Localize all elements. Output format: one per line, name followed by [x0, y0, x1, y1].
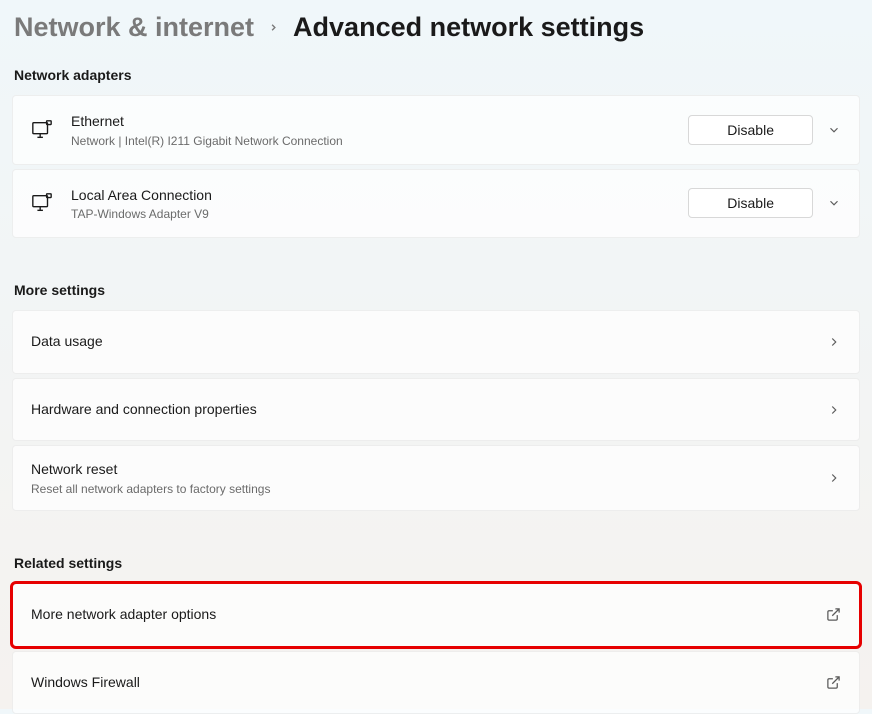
- item-label: More network adapter options: [31, 605, 826, 625]
- chevron-down-icon[interactable]: [827, 123, 841, 137]
- external-link-icon: [826, 675, 841, 690]
- adapter-name: Ethernet: [71, 112, 688, 132]
- adapter-card-lan[interactable]: Local Area Connection TAP-Windows Adapte…: [12, 169, 860, 239]
- chevron-right-icon: [827, 403, 841, 417]
- breadcrumb: Network & internet Advanced network sett…: [12, 12, 860, 43]
- chevron-down-icon[interactable]: [827, 196, 841, 210]
- adapter-subtitle: Network | Intel(R) I211 Gigabit Network …: [71, 134, 688, 148]
- item-label: Windows Firewall: [31, 673, 826, 693]
- adapter-card-ethernet[interactable]: Ethernet Network | Intel(R) I211 Gigabit…: [12, 95, 860, 165]
- adapter-name: Local Area Connection: [71, 186, 688, 206]
- more-item-hardware[interactable]: Hardware and connection properties: [12, 378, 860, 442]
- adapter-content: Ethernet Network | Intel(R) I211 Gigabit…: [71, 112, 688, 148]
- monitor-icon: [31, 192, 53, 214]
- item-label: Hardware and connection properties: [31, 400, 827, 420]
- external-link-icon: [826, 607, 841, 622]
- section-title-more: More settings: [12, 282, 860, 298]
- chevron-right-icon: [268, 22, 279, 33]
- monitor-icon: [31, 119, 53, 141]
- item-label: Network reset: [31, 460, 827, 480]
- section-title-adapters: Network adapters: [12, 67, 860, 83]
- adapter-subtitle: TAP-Windows Adapter V9: [71, 207, 688, 221]
- breadcrumb-current: Advanced network settings: [293, 12, 644, 43]
- disable-button[interactable]: Disable: [688, 115, 813, 145]
- breadcrumb-parent[interactable]: Network & internet: [14, 12, 254, 43]
- more-item-network-reset[interactable]: Network reset Reset all network adapters…: [12, 445, 860, 511]
- item-label: Data usage: [31, 332, 827, 352]
- chevron-right-icon: [827, 335, 841, 349]
- item-subtitle: Reset all network adapters to factory se…: [31, 482, 827, 496]
- adapter-content: Local Area Connection TAP-Windows Adapte…: [71, 186, 688, 222]
- section-title-related: Related settings: [12, 555, 860, 571]
- more-item-data-usage[interactable]: Data usage: [12, 310, 860, 374]
- disable-button[interactable]: Disable: [688, 188, 813, 218]
- related-item-more-adapter-options[interactable]: More network adapter options: [12, 583, 860, 647]
- chevron-right-icon: [827, 471, 841, 485]
- related-item-firewall[interactable]: Windows Firewall: [12, 651, 860, 714]
